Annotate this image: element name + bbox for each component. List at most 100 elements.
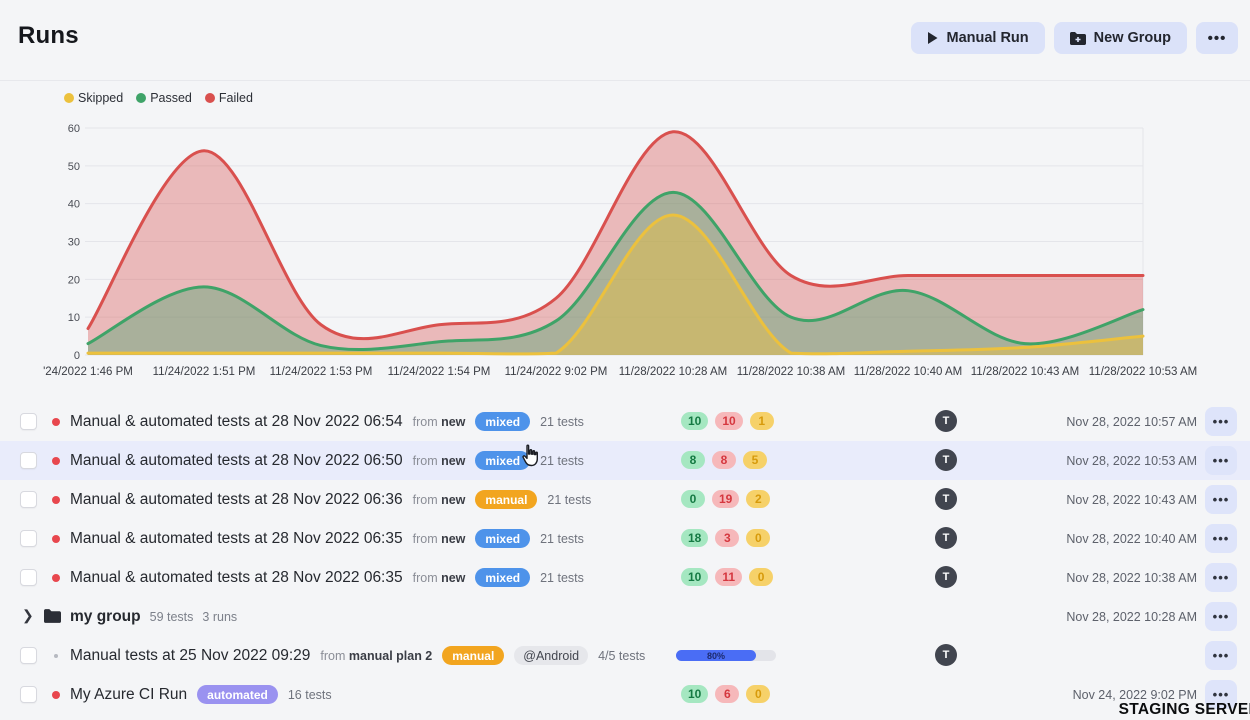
row-checkbox[interactable] <box>20 452 37 469</box>
run-source: from new <box>413 454 466 468</box>
run-row[interactable]: Manual & automated tests at 28 Nov 2022 … <box>0 519 1250 558</box>
status-dot <box>52 418 60 426</box>
run-row-main: Manual tests at 25 Nov 2022 09:29from ma… <box>70 636 645 675</box>
row-menu-button[interactable]: ••• <box>1205 641 1237 670</box>
result-counts: 1830 <box>681 529 770 547</box>
skipped-count-pill: 1 <box>750 412 774 430</box>
group-title: my group <box>70 608 141 626</box>
failed-count-pill: 3 <box>715 529 739 547</box>
run-row[interactable]: Manual tests at 25 Nov 2022 09:29from ma… <box>0 636 1250 675</box>
row-checkbox[interactable] <box>20 569 37 586</box>
run-row-main: Manual & automated tests at 28 Nov 2022 … <box>70 441 584 480</box>
group-row-main: my group59 tests3 runs <box>44 597 237 636</box>
legend-label: Failed <box>219 91 253 105</box>
run-source-label: from <box>413 532 438 546</box>
run-title: Manual & automated tests at 28 Nov 2022 … <box>70 530 403 548</box>
passed-count-pill: 0 <box>681 490 705 508</box>
run-timestamp: Nov 28, 2022 10:53 AM <box>1066 454 1197 468</box>
run-source-label: from <box>413 454 438 468</box>
header-more-button[interactable]: ••• <box>1196 22 1238 54</box>
row-checkbox[interactable] <box>20 491 37 508</box>
progress-bar: 80% <box>676 650 776 661</box>
run-source: from new <box>413 415 466 429</box>
manual-run-button[interactable]: Manual Run <box>911 22 1044 54</box>
run-type-badge: manual <box>442 646 504 665</box>
chevron-right-icon[interactable]: ❯ <box>22 607 34 624</box>
page-header: Runs Manual Run New Group ••• <box>0 0 1250 81</box>
legend-dot-icon <box>205 93 215 103</box>
run-row-main: My Azure CI Runautomated16 tests <box>70 675 332 714</box>
skipped-count-pill: 5 <box>743 451 767 469</box>
staging-server-watermark: STAGING SERVER <box>1119 701 1250 719</box>
avatar: T <box>935 488 957 510</box>
row-menu-button[interactable]: ••• <box>1205 407 1237 436</box>
run-source-label: from <box>413 415 438 429</box>
y-axis-tick: 50 <box>68 161 80 173</box>
run-row[interactable]: Manual & automated tests at 28 Nov 2022 … <box>0 402 1250 441</box>
legend-dot-icon <box>64 93 74 103</box>
result-counts: 1060 <box>681 685 770 703</box>
run-type-badge: mixed <box>475 529 530 548</box>
run-row[interactable]: Manual & automated tests at 28 Nov 2022 … <box>0 441 1250 480</box>
run-source-value: new <box>441 571 465 585</box>
run-timestamp: Nov 28, 2022 10:40 AM <box>1066 532 1197 546</box>
progress-bar-fill: 80% <box>676 650 756 661</box>
result-counts: 10110 <box>681 568 773 586</box>
row-checkbox[interactable] <box>20 530 37 547</box>
run-source-value: new <box>441 415 465 429</box>
run-title: Manual & automated tests at 28 Nov 2022 … <box>70 452 403 470</box>
test-count: 21 tests <box>540 532 584 546</box>
legend-label: Passed <box>150 91 192 105</box>
result-counts: 10101 <box>681 412 774 430</box>
status-dot <box>52 457 60 465</box>
progress-label: 80% <box>707 651 725 661</box>
run-row[interactable]: My Azure CI Runautomated16 tests 1060 Nov … <box>0 675 1250 714</box>
run-timestamp: Nov 24, 2022 9:02 PM <box>1073 688 1197 702</box>
x-axis-tick: 11/28/2022 10:43 AM <box>971 366 1080 378</box>
result-counts: 0192 <box>681 490 770 508</box>
y-axis-tick: 30 <box>68 237 80 249</box>
passed-count-pill: 10 <box>681 568 708 586</box>
row-menu-button[interactable]: ••• <box>1205 524 1237 553</box>
row-checkbox[interactable] <box>20 413 37 430</box>
row-checkbox[interactable] <box>20 686 37 703</box>
avatar: T <box>935 449 957 471</box>
y-axis-tick: 10 <box>68 312 80 324</box>
test-count: 21 tests <box>540 571 584 585</box>
new-group-button[interactable]: New Group <box>1054 22 1187 54</box>
run-row[interactable]: Manual & automated tests at 28 Nov 2022 … <box>0 558 1250 597</box>
folder-icon <box>44 608 61 626</box>
run-type-badge: automated <box>197 685 278 704</box>
failed-count-pill: 6 <box>715 685 739 703</box>
row-menu-button[interactable]: ••• <box>1205 563 1237 592</box>
status-dot <box>52 574 60 582</box>
x-axis-tick: 11/24/2022 1:54 PM <box>388 366 491 378</box>
status-dot <box>52 691 60 699</box>
row-menu-button[interactable]: ••• <box>1205 446 1237 475</box>
passed-count-pill: 10 <box>681 412 708 430</box>
test-count: 21 tests <box>547 493 591 507</box>
legend-item-passed: Passed <box>136 91 192 105</box>
x-axis-tick: 11/28/2022 10:38 AM <box>737 366 846 378</box>
group-timestamp: Nov 28, 2022 10:28 AM <box>1066 610 1197 624</box>
y-axis-tick: 40 <box>68 199 80 211</box>
run-source-value: new <box>441 532 465 546</box>
x-axis-tick: 11/24/2022 9:02 PM <box>505 366 608 378</box>
failed-count-pill: 19 <box>712 490 739 508</box>
row-menu-button[interactable]: ••• <box>1205 602 1237 631</box>
legend-item-skipped: Skipped <box>64 91 123 105</box>
x-axis-tick: '24/2022 1:46 PM <box>43 366 133 378</box>
chart-legend: Skipped Passed Failed <box>64 91 253 105</box>
skipped-count-pill: 0 <box>746 529 770 547</box>
passed-count-pill: 8 <box>681 451 705 469</box>
legend-item-failed: Failed <box>205 91 253 105</box>
run-type-badge: manual <box>475 490 537 509</box>
area-chart: 0102030405060'24/2022 1:46 PM11/24/2022 … <box>0 113 1250 388</box>
group-row[interactable]: ❯ my group59 tests3 runs Nov 28, 2022 10:2… <box>0 597 1250 636</box>
new-group-label: New Group <box>1094 30 1171 46</box>
run-row[interactable]: Manual & automated tests at 28 Nov 2022 … <box>0 480 1250 519</box>
row-menu-button[interactable]: ••• <box>1205 485 1237 514</box>
row-checkbox[interactable] <box>20 647 37 664</box>
status-dot <box>52 535 60 543</box>
test-count: 21 tests <box>540 415 584 429</box>
